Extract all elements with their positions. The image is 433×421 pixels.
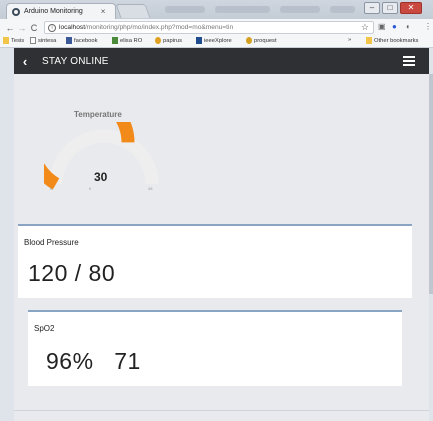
bookmark-star-icon[interactable]: ☆	[361, 22, 369, 33]
tab-strip: Arduino Monitoring × – □ ✕	[0, 0, 433, 19]
extension-icon[interactable]: ▣	[378, 22, 386, 31]
bookmark-ieeexplore[interactable]: ieeeXplore	[196, 37, 232, 44]
bookmark-tesis[interactable]: Tesis	[3, 37, 24, 44]
dashboard-content: Temperature 0 0 45 30 Blood Pressure 120…	[14, 74, 429, 414]
forward-nav-icon[interactable]: →	[16, 21, 28, 35]
close-window-button[interactable]: ✕	[400, 2, 422, 14]
extension-icon[interactable]: ●	[392, 22, 397, 31]
arduino-favicon-icon	[12, 7, 20, 16]
bookmark-label: facebook	[74, 37, 98, 44]
bookmark-sintesa[interactable]: sintesa	[30, 37, 56, 44]
folder-icon	[3, 37, 9, 44]
bookmark-label: elisa RO	[120, 37, 143, 44]
tab-close-icon[interactable]: ×	[101, 7, 106, 16]
blood-pressure-card: Blood Pressure 120 / 80	[18, 224, 412, 298]
browser-toolbar: ← → C i localhost /monitoring/php/mo/ind…	[0, 19, 433, 36]
spo2-label: SpO2	[34, 324, 55, 333]
gauge-value: 30	[94, 170, 108, 184]
blurred-region	[330, 6, 355, 13]
bookmark-papirus[interactable]: papirus	[155, 37, 182, 44]
bookmarks-overflow-icon[interactable]: »	[348, 37, 351, 43]
gauge-tick-label: 0	[89, 186, 92, 191]
bookmark-facebook[interactable]: facebook	[66, 37, 98, 44]
hamburger-menu-icon[interactable]	[403, 56, 415, 66]
reload-icon[interactable]: C	[28, 21, 40, 35]
bookmark-label: Tesis	[11, 37, 25, 44]
address-bar[interactable]: i localhost /monitoring/php/mo/index.php…	[44, 21, 374, 34]
proquest-icon	[246, 37, 252, 44]
back-nav-icon[interactable]: ←	[4, 21, 16, 35]
gauge-tick-label: 45	[148, 186, 153, 191]
bookmark-label: ieeeXplore	[204, 37, 232, 44]
spo2-card: SpO2 96% 71	[28, 310, 402, 386]
blurred-region	[215, 6, 270, 13]
maximize-button[interactable]: □	[382, 2, 398, 14]
info-icon[interactable]: i	[48, 23, 56, 32]
blurred-region	[165, 6, 205, 13]
spo2-value: 96% 71	[46, 348, 141, 374]
blurred-region	[280, 6, 320, 13]
blood-pressure-label: Blood Pressure	[24, 238, 79, 247]
bookmark-proquest[interactable]: proquest	[246, 37, 277, 44]
page-icon	[30, 37, 36, 44]
bookmark-label: papirus	[163, 37, 183, 44]
back-arrow-icon[interactable]: ‹	[14, 54, 36, 69]
page-bottom	[14, 410, 429, 421]
url-path: /monitoring/php/mo/index.php?mod=mo&menu…	[85, 24, 234, 31]
bookmark-elisa-ro[interactable]: elisa RO	[112, 37, 142, 44]
url-host: localhost	[59, 24, 86, 31]
minimize-button[interactable]: –	[364, 2, 380, 14]
papirus-icon	[155, 37, 161, 44]
bookmarks-bar: Tesis sintesa facebook elisa RO papirus …	[0, 36, 433, 48]
tab-title: Arduino Monitoring	[24, 8, 83, 15]
folder-icon	[366, 37, 372, 44]
facebook-icon	[66, 37, 72, 44]
gauge-title: Temperature	[74, 110, 122, 119]
window-margin	[0, 48, 14, 421]
scrollbar[interactable]	[429, 74, 433, 294]
app-header: ‹ STAY ONLINE	[14, 48, 429, 74]
other-bookmarks-label: Other bookmarks	[374, 37, 419, 44]
bookmark-label: proquest	[254, 37, 277, 44]
other-bookmarks[interactable]: Other bookmarks	[366, 37, 418, 44]
browser-tab[interactable]: Arduino Monitoring ×	[6, 3, 116, 19]
new-tab-button[interactable]	[115, 4, 151, 18]
browser-window: Arduino Monitoring × – □ ✕ ← → C i local…	[0, 0, 433, 421]
extension-icon[interactable]: ◐	[406, 22, 411, 31]
blood-pressure-value: 120 / 80	[28, 260, 116, 286]
ieee-icon	[196, 37, 202, 44]
app-title: STAY ONLINE	[42, 55, 109, 67]
menu-dots-icon[interactable]: ⋮	[424, 22, 432, 31]
page-icon	[112, 37, 118, 44]
bookmark-label: sintesa	[38, 37, 57, 44]
